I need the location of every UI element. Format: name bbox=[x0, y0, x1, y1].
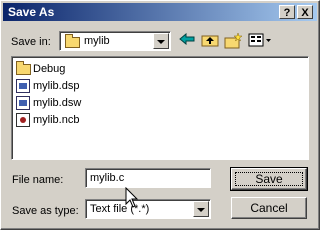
save-as-type-label: Save as type: bbox=[12, 205, 79, 217]
close-button[interactable]: X bbox=[297, 5, 313, 19]
back-icon[interactable] bbox=[177, 32, 197, 51]
project-file-icon bbox=[16, 79, 30, 93]
new-folder-icon[interactable] bbox=[223, 32, 243, 51]
folder-icon bbox=[16, 61, 31, 76]
file-list[interactable]: Debug mylib.dsp mylib.dsw mylib.ncb bbox=[11, 56, 309, 160]
save-in-dropdown[interactable]: mylib bbox=[59, 31, 171, 51]
view-menu-icon[interactable] bbox=[247, 33, 273, 51]
title-bar[interactable]: Save As ? X bbox=[3, 3, 317, 21]
save-as-type-value: Text file (*.*) bbox=[90, 203, 150, 215]
save-button[interactable]: Save bbox=[230, 167, 308, 191]
focus-rect bbox=[235, 172, 303, 186]
save-as-type-dropdown[interactable]: Text file (*.*) bbox=[85, 199, 211, 219]
up-folder-icon[interactable] bbox=[200, 33, 220, 51]
file-name-text: mylib.ncb bbox=[33, 114, 80, 126]
help-button[interactable]: ? bbox=[279, 5, 295, 19]
save-in-value: mylib bbox=[84, 35, 110, 47]
ncb-file-icon bbox=[16, 113, 30, 127]
save-as-dialog: Save As ? X Save in: mylib Debug mylib.d… bbox=[0, 0, 320, 230]
file-name-text: Debug bbox=[33, 63, 66, 75]
save-in-label: Save in: bbox=[11, 36, 51, 48]
file-name-field[interactable]: mylib.c bbox=[85, 168, 211, 188]
workspace-file-icon bbox=[16, 96, 30, 110]
file-name-text: mylib.dsp bbox=[33, 80, 80, 92]
dialog-title: Save As bbox=[8, 5, 55, 19]
file-name-label: File name: bbox=[12, 174, 64, 186]
file-name-text: mylib.dsw bbox=[33, 97, 82, 109]
chevron-down-icon[interactable] bbox=[153, 33, 169, 49]
folder-icon bbox=[65, 34, 80, 48]
cancel-button[interactable]: Cancel bbox=[231, 197, 307, 219]
chevron-down-icon[interactable] bbox=[193, 201, 209, 217]
